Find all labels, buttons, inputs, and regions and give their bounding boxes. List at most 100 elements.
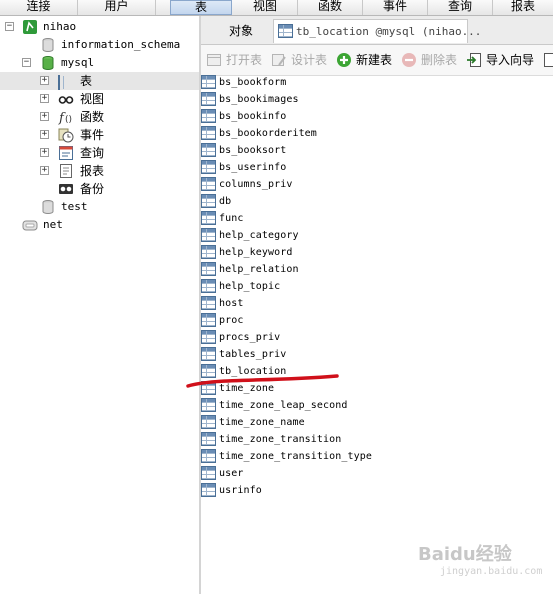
table-name: procs_priv	[219, 332, 281, 343]
tree-item-backup[interactable]: 备份	[0, 180, 199, 198]
table-icon	[201, 449, 216, 463]
report-icon	[58, 163, 74, 179]
delete-table-label: 删除表	[421, 53, 458, 67]
menu-event[interactable]: 事件	[363, 0, 428, 15]
table-row[interactable]: time_zone_transition	[201, 431, 401, 448]
table-row[interactable]: help_relation	[201, 261, 401, 278]
table-icon	[201, 466, 216, 480]
watermark-logo: Baidu经验	[418, 544, 512, 565]
table-row[interactable]: bs_bookform	[201, 74, 401, 91]
tree-item-events[interactable]: + 事件	[0, 126, 199, 144]
expand-icon[interactable]: +	[40, 94, 49, 103]
table-icon	[201, 228, 216, 242]
tree-item-tables[interactable]: + 表	[0, 72, 199, 90]
tab-objects[interactable]: 对象	[211, 19, 271, 43]
tree-item-views[interactable]: + 视图	[0, 90, 199, 108]
add-icon	[336, 52, 352, 68]
table-name: help_category	[219, 230, 299, 241]
table-name: time_zone_transition_type	[219, 451, 373, 462]
tree-connection-net[interactable]: net	[0, 216, 199, 234]
table-icon	[201, 211, 216, 225]
table-row[interactable]: proc	[201, 312, 401, 329]
expand-icon[interactable]: +	[40, 130, 49, 139]
table-row[interactable]: columns_priv	[201, 176, 401, 193]
import-wizard-button[interactable]: 导入向导	[466, 50, 534, 70]
table-row[interactable]: bs_bookorderitem	[201, 125, 401, 142]
expand-icon[interactable]: +	[40, 112, 49, 121]
table-row[interactable]: time_zone_name	[201, 414, 401, 431]
tab-title: tb_location @mysql (nihao...	[296, 25, 482, 38]
export-button[interactable]	[543, 50, 553, 70]
table-name: bs_bookimages	[219, 94, 299, 105]
table-row[interactable]: bs_bookinfo	[201, 108, 401, 125]
tab-bar: 对象 tb_location @mysql (nihao...	[201, 16, 553, 45]
table-row[interactable]: host	[201, 295, 401, 312]
design-table-button[interactable]: 设计表	[271, 50, 327, 70]
table-icon	[58, 75, 60, 90]
table-icon	[201, 296, 216, 310]
new-table-label: 新建表	[356, 53, 393, 67]
menu-connection[interactable]: 连接	[0, 0, 78, 15]
table-icon	[201, 330, 216, 344]
tree-label: 表	[80, 74, 93, 88]
delete-table-button[interactable]: 删除表	[401, 50, 457, 70]
table-row[interactable]: db	[201, 193, 401, 210]
tree-item-reports[interactable]: + 报表	[0, 162, 199, 180]
table-icon	[201, 432, 216, 446]
red-underline-annotation	[186, 374, 339, 388]
table-name: time_zone_name	[219, 417, 305, 428]
menu-view[interactable]: 视图	[233, 0, 298, 15]
table-icon	[201, 143, 216, 157]
table-row[interactable]: help_keyword	[201, 244, 401, 261]
table-name: columns_priv	[219, 179, 293, 190]
table-name: bs_bookorderitem	[219, 128, 317, 139]
menu-user[interactable]: 用户	[78, 0, 156, 15]
table-row[interactable]: help_category	[201, 227, 401, 244]
tree-item-functions[interactable]: + f() 函数	[0, 108, 199, 126]
database-icon	[40, 199, 56, 215]
tree-db-mysql[interactable]: − mysql	[0, 54, 199, 72]
design-table-icon	[271, 52, 287, 68]
menu-table[interactable]: 表	[170, 0, 232, 15]
tab-tb-location[interactable]: tb_location @mysql (nihao...	[273, 19, 481, 43]
table-row[interactable]: procs_priv	[201, 329, 401, 346]
design-table-label: 设计表	[291, 53, 328, 67]
tree-db-test[interactable]: test	[0, 198, 199, 216]
tree-db-information-schema[interactable]: information_schema	[0, 36, 199, 54]
table-name: time_zone_transition	[219, 434, 342, 445]
tree-item-queries[interactable]: + 查询	[0, 144, 199, 162]
table-icon	[201, 279, 216, 293]
menu-report[interactable]: 报表	[493, 0, 553, 15]
query-icon	[58, 145, 74, 161]
table-row[interactable]: time_zone_leap_second	[201, 397, 401, 414]
table-row[interactable]: bs_booksort	[201, 142, 401, 159]
table-icon	[278, 24, 293, 38]
tree-label: net	[43, 218, 63, 231]
expand-icon[interactable]: +	[40, 166, 49, 175]
tree-label: test	[61, 200, 88, 213]
table-row[interactable]: time_zone_transition_type	[201, 448, 401, 465]
menu-function[interactable]: 函数	[298, 0, 363, 15]
expand-icon[interactable]: +	[40, 76, 49, 85]
table-row[interactable]: bs_bookimages	[201, 91, 401, 108]
remove-icon	[401, 52, 417, 68]
table-row[interactable]: help_topic	[201, 278, 401, 295]
collapse-icon[interactable]: −	[5, 22, 14, 31]
collapse-icon[interactable]: −	[22, 58, 31, 67]
menu-query[interactable]: 查询	[428, 0, 493, 15]
table-row[interactable]: tables_priv	[201, 346, 401, 363]
new-table-button[interactable]: 新建表	[336, 50, 392, 70]
table-row[interactable]: usrinfo	[201, 482, 401, 499]
connection-icon	[22, 19, 38, 35]
table-icon	[201, 92, 216, 106]
table-icon	[201, 262, 216, 276]
open-table-button[interactable]: 打开表	[206, 50, 262, 70]
table-row[interactable]: user	[201, 465, 401, 482]
function-icon: f()	[58, 109, 74, 126]
import-icon	[466, 52, 482, 68]
tree-connection-nihao[interactable]: − nihao	[0, 18, 199, 36]
object-toolbar: 打开表 设计表 新建表 删除表 导入向导	[201, 45, 553, 76]
table-row[interactable]: bs_userinfo	[201, 159, 401, 176]
table-row[interactable]: func	[201, 210, 401, 227]
expand-icon[interactable]: +	[40, 148, 49, 157]
